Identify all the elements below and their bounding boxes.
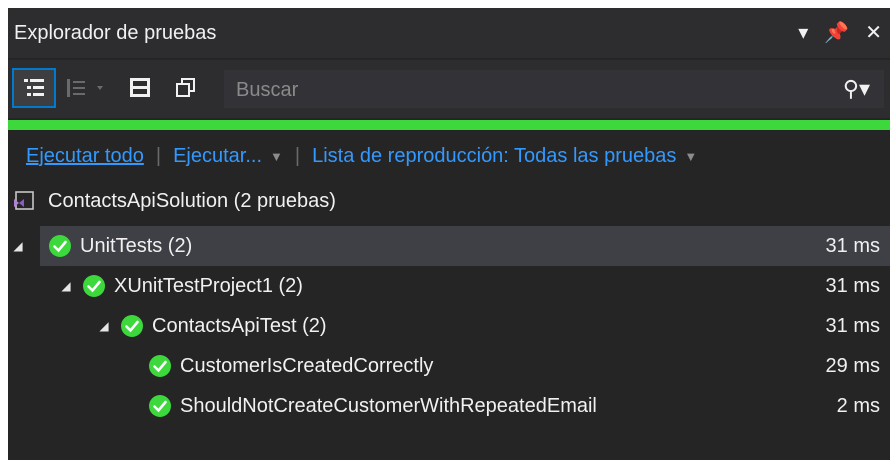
- test-case-row[interactable]: ShouldNotCreateCustomerWithRepeatedEmail…: [8, 386, 890, 426]
- window-edge-right: [890, 0, 896, 460]
- expand-all-icon: [130, 78, 150, 97]
- passed-check-icon: [149, 355, 171, 377]
- test-explorer-window: Explorador de pruebas ▾ 📌 ✕ Buscar ⚲▾ Ej…: [0, 0, 896, 460]
- group-by-hierarchy-button[interactable]: [12, 68, 56, 108]
- test-group-row[interactable]: ◢ XUnitTestProject1 (2) 31 ms: [8, 266, 890, 306]
- separator: |: [294, 144, 301, 167]
- test-duration: 31 ms: [825, 315, 880, 337]
- expander-icon[interactable]: ◢: [58, 279, 74, 293]
- expander-icon[interactable]: ◢: [10, 239, 26, 253]
- solution-label: ContactsApiSolution (2 pruebas): [48, 189, 336, 212]
- action-bar: Ejecutar todo | Ejecutar... ▼ | Lista de…: [8, 138, 890, 174]
- expander-icon[interactable]: ◢: [96, 319, 112, 333]
- test-label: XUnitTestProject1 (2): [114, 274, 303, 297]
- run-link[interactable]: Ejecutar...: [173, 145, 262, 168]
- run-all-link[interactable]: Ejecutar todo: [26, 145, 144, 168]
- passed-check-icon: [121, 315, 143, 337]
- passed-check-icon: [83, 275, 105, 297]
- separator: |: [155, 144, 162, 167]
- test-label: CustomerIsCreatedCorrectly: [180, 354, 434, 377]
- test-duration: 29 ms: [825, 355, 880, 377]
- copy-icon: [176, 78, 195, 97]
- test-duration: 31 ms: [825, 275, 880, 297]
- group-by-icon: [67, 79, 103, 97]
- group-by-button[interactable]: [64, 70, 116, 106]
- pin-icon[interactable]: 📌: [824, 20, 849, 45]
- expand-all-button[interactable]: [120, 70, 160, 106]
- solution-header: ContactsApiSolution (2 pruebas): [8, 184, 336, 218]
- visual-studio-solution-icon: [14, 191, 34, 210]
- test-label: UnitTests (2): [80, 234, 193, 257]
- passed-check-icon: [149, 395, 171, 417]
- progress-bar: [8, 120, 890, 130]
- title-bar: Explorador de pruebas ▾ 📌 ✕: [8, 8, 890, 58]
- progress-fill: [8, 120, 890, 130]
- test-group-row[interactable]: ◢ UnitTests (2) 31 ms: [13, 226, 890, 266]
- playlist-link[interactable]: Lista de reproducción: Todas las pruebas: [312, 145, 676, 168]
- test-group-row[interactable]: ◢ ContactsApiTest (2) 31 ms: [8, 306, 890, 346]
- test-tree: ◢ UnitTests (2) 31 ms ◢ XUnitTestProject1 (2…: [8, 226, 890, 426]
- search-box: ⚲▾: [224, 70, 884, 108]
- playlist-caret-icon[interactable]: ▼: [684, 149, 697, 164]
- hierarchy-icon: [24, 79, 44, 96]
- dropdown-caret-icon[interactable]: ▾: [798, 20, 808, 45]
- search-icon[interactable]: ⚲▾: [843, 76, 870, 102]
- run-caret-icon[interactable]: ▼: [270, 149, 283, 164]
- toolbar: ⚲▾: [8, 60, 890, 118]
- test-duration: 2 ms: [836, 395, 880, 417]
- window-edge-top: [0, 0, 896, 8]
- test-label: ShouldNotCreateCustomerWithRepeatedEmail: [180, 394, 597, 417]
- window-title: Explorador de pruebas: [14, 22, 217, 44]
- close-icon[interactable]: ✕: [865, 20, 882, 45]
- collapse-all-button[interactable]: [166, 70, 206, 106]
- window-controls: ▾ 📌 ✕: [798, 20, 882, 45]
- passed-check-icon: [49, 235, 71, 257]
- search-input[interactable]: [234, 74, 818, 106]
- test-duration: 31 ms: [825, 235, 880, 257]
- test-case-row[interactable]: CustomerIsCreatedCorrectly 29 ms: [8, 346, 890, 386]
- window-edge-left: [0, 0, 8, 460]
- test-label: ContactsApiTest (2): [152, 314, 327, 337]
